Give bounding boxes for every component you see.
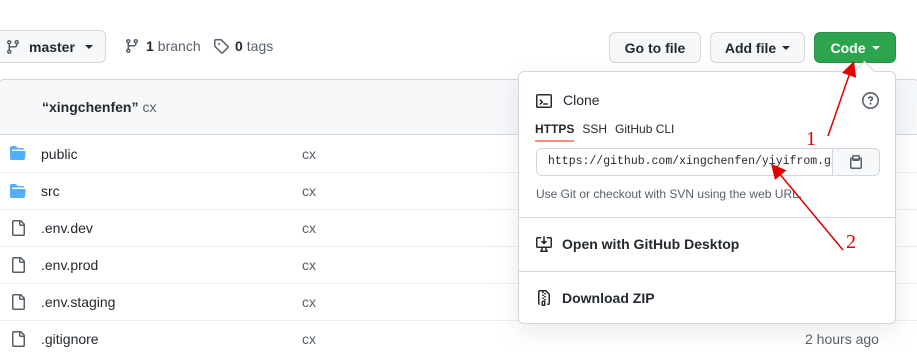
file-name-link[interactable]: src: [41, 183, 60, 199]
git-branch-icon: [125, 39, 138, 54]
clone-title: Clone: [563, 92, 600, 108]
chevron-down-icon: [84, 44, 93, 49]
clone-note: Use Git or checkout with SVN using the w…: [536, 187, 803, 201]
tag-icon: [214, 39, 229, 54]
commit-message-link[interactable]: cx: [302, 183, 316, 199]
folder-icon: [10, 183, 26, 199]
chevron-down-icon: [782, 45, 791, 50]
tab-github-cli[interactable]: GitHub CLI: [615, 122, 674, 142]
file-name-link[interactable]: public: [41, 146, 78, 162]
divider: [519, 271, 895, 272]
file-icon: [10, 331, 26, 347]
git-branch-icon: [6, 39, 19, 54]
code-label: Code: [830, 39, 866, 56]
file-icon: [10, 257, 26, 273]
tab-https[interactable]: HTTPS: [535, 122, 575, 142]
branch-name: master: [29, 38, 75, 55]
commit-message-link[interactable]: cx: [302, 294, 316, 310]
chevron-down-icon: [871, 45, 880, 50]
annotation-label-2: 2: [846, 231, 856, 253]
code-button[interactable]: Code: [814, 32, 896, 63]
table-row[interactable]: .gitignore cx 2 hours ago: [0, 320, 917, 352]
desktop-download-icon: [536, 236, 552, 252]
download-zip-label: Download ZIP: [562, 290, 655, 306]
copy-icon: [850, 155, 862, 169]
tab-ssh[interactable]: SSH: [582, 122, 607, 142]
add-file-label: Add file: [724, 39, 777, 56]
file-name-link[interactable]: .env.prod: [41, 257, 98, 273]
file-zip-icon: [538, 290, 550, 306]
terminal-icon: [536, 94, 552, 108]
branches-link[interactable]: 1 branch: [124, 38, 201, 54]
question-icon[interactable]: [862, 92, 879, 109]
tag-count: 0: [235, 38, 243, 54]
commit-message-link[interactable]: cx: [302, 220, 316, 236]
folder-icon: [10, 145, 26, 161]
tag-word: tags: [246, 38, 274, 54]
branch-selector-button[interactable]: master: [0, 30, 106, 63]
file-icon: [10, 220, 26, 236]
commit-message-link[interactable]: cx: [302, 257, 316, 273]
tags-link[interactable]: 0 tags: [213, 38, 273, 54]
annotation-label-1: 1: [806, 128, 816, 150]
commit-message[interactable]: “xingchenfen”: [42, 99, 138, 115]
commit-message-link[interactable]: cx: [302, 331, 316, 347]
add-file-button[interactable]: Add file: [710, 32, 805, 63]
commit-time: 2 hours ago: [805, 331, 879, 347]
open-github-desktop-item[interactable]: Open with GitHub Desktop: [536, 236, 739, 252]
clone-url-input[interactable]: https://github.com/xingchenfen/yiyifrom.…: [537, 149, 833, 175]
clone-url-group: https://github.com/xingchenfen/yiyifrom.…: [536, 148, 880, 176]
divider: [519, 217, 895, 218]
branch-word: branch: [157, 38, 201, 54]
file-name-link[interactable]: .gitignore: [41, 331, 99, 347]
commit-author[interactable]: cx: [142, 99, 156, 115]
clone-dropdown: Clone HTTPS SSH GitHub CLI https://githu…: [518, 71, 896, 324]
branch-count: 1: [146, 38, 154, 54]
file-name-link[interactable]: .env.staging: [41, 294, 115, 310]
go-to-file-button[interactable]: Go to file: [609, 32, 701, 63]
file-name-link[interactable]: .env.dev: [41, 220, 93, 236]
open-desktop-label: Open with GitHub Desktop: [562, 236, 740, 252]
file-icon: [10, 294, 26, 310]
download-zip-item[interactable]: Download ZIP: [536, 290, 655, 306]
commit-message-link[interactable]: cx: [302, 146, 316, 162]
clone-tabs: HTTPS SSH GitHub CLI: [535, 122, 682, 142]
go-to-file-label: Go to file: [624, 39, 686, 56]
copy-url-button[interactable]: [833, 149, 879, 175]
